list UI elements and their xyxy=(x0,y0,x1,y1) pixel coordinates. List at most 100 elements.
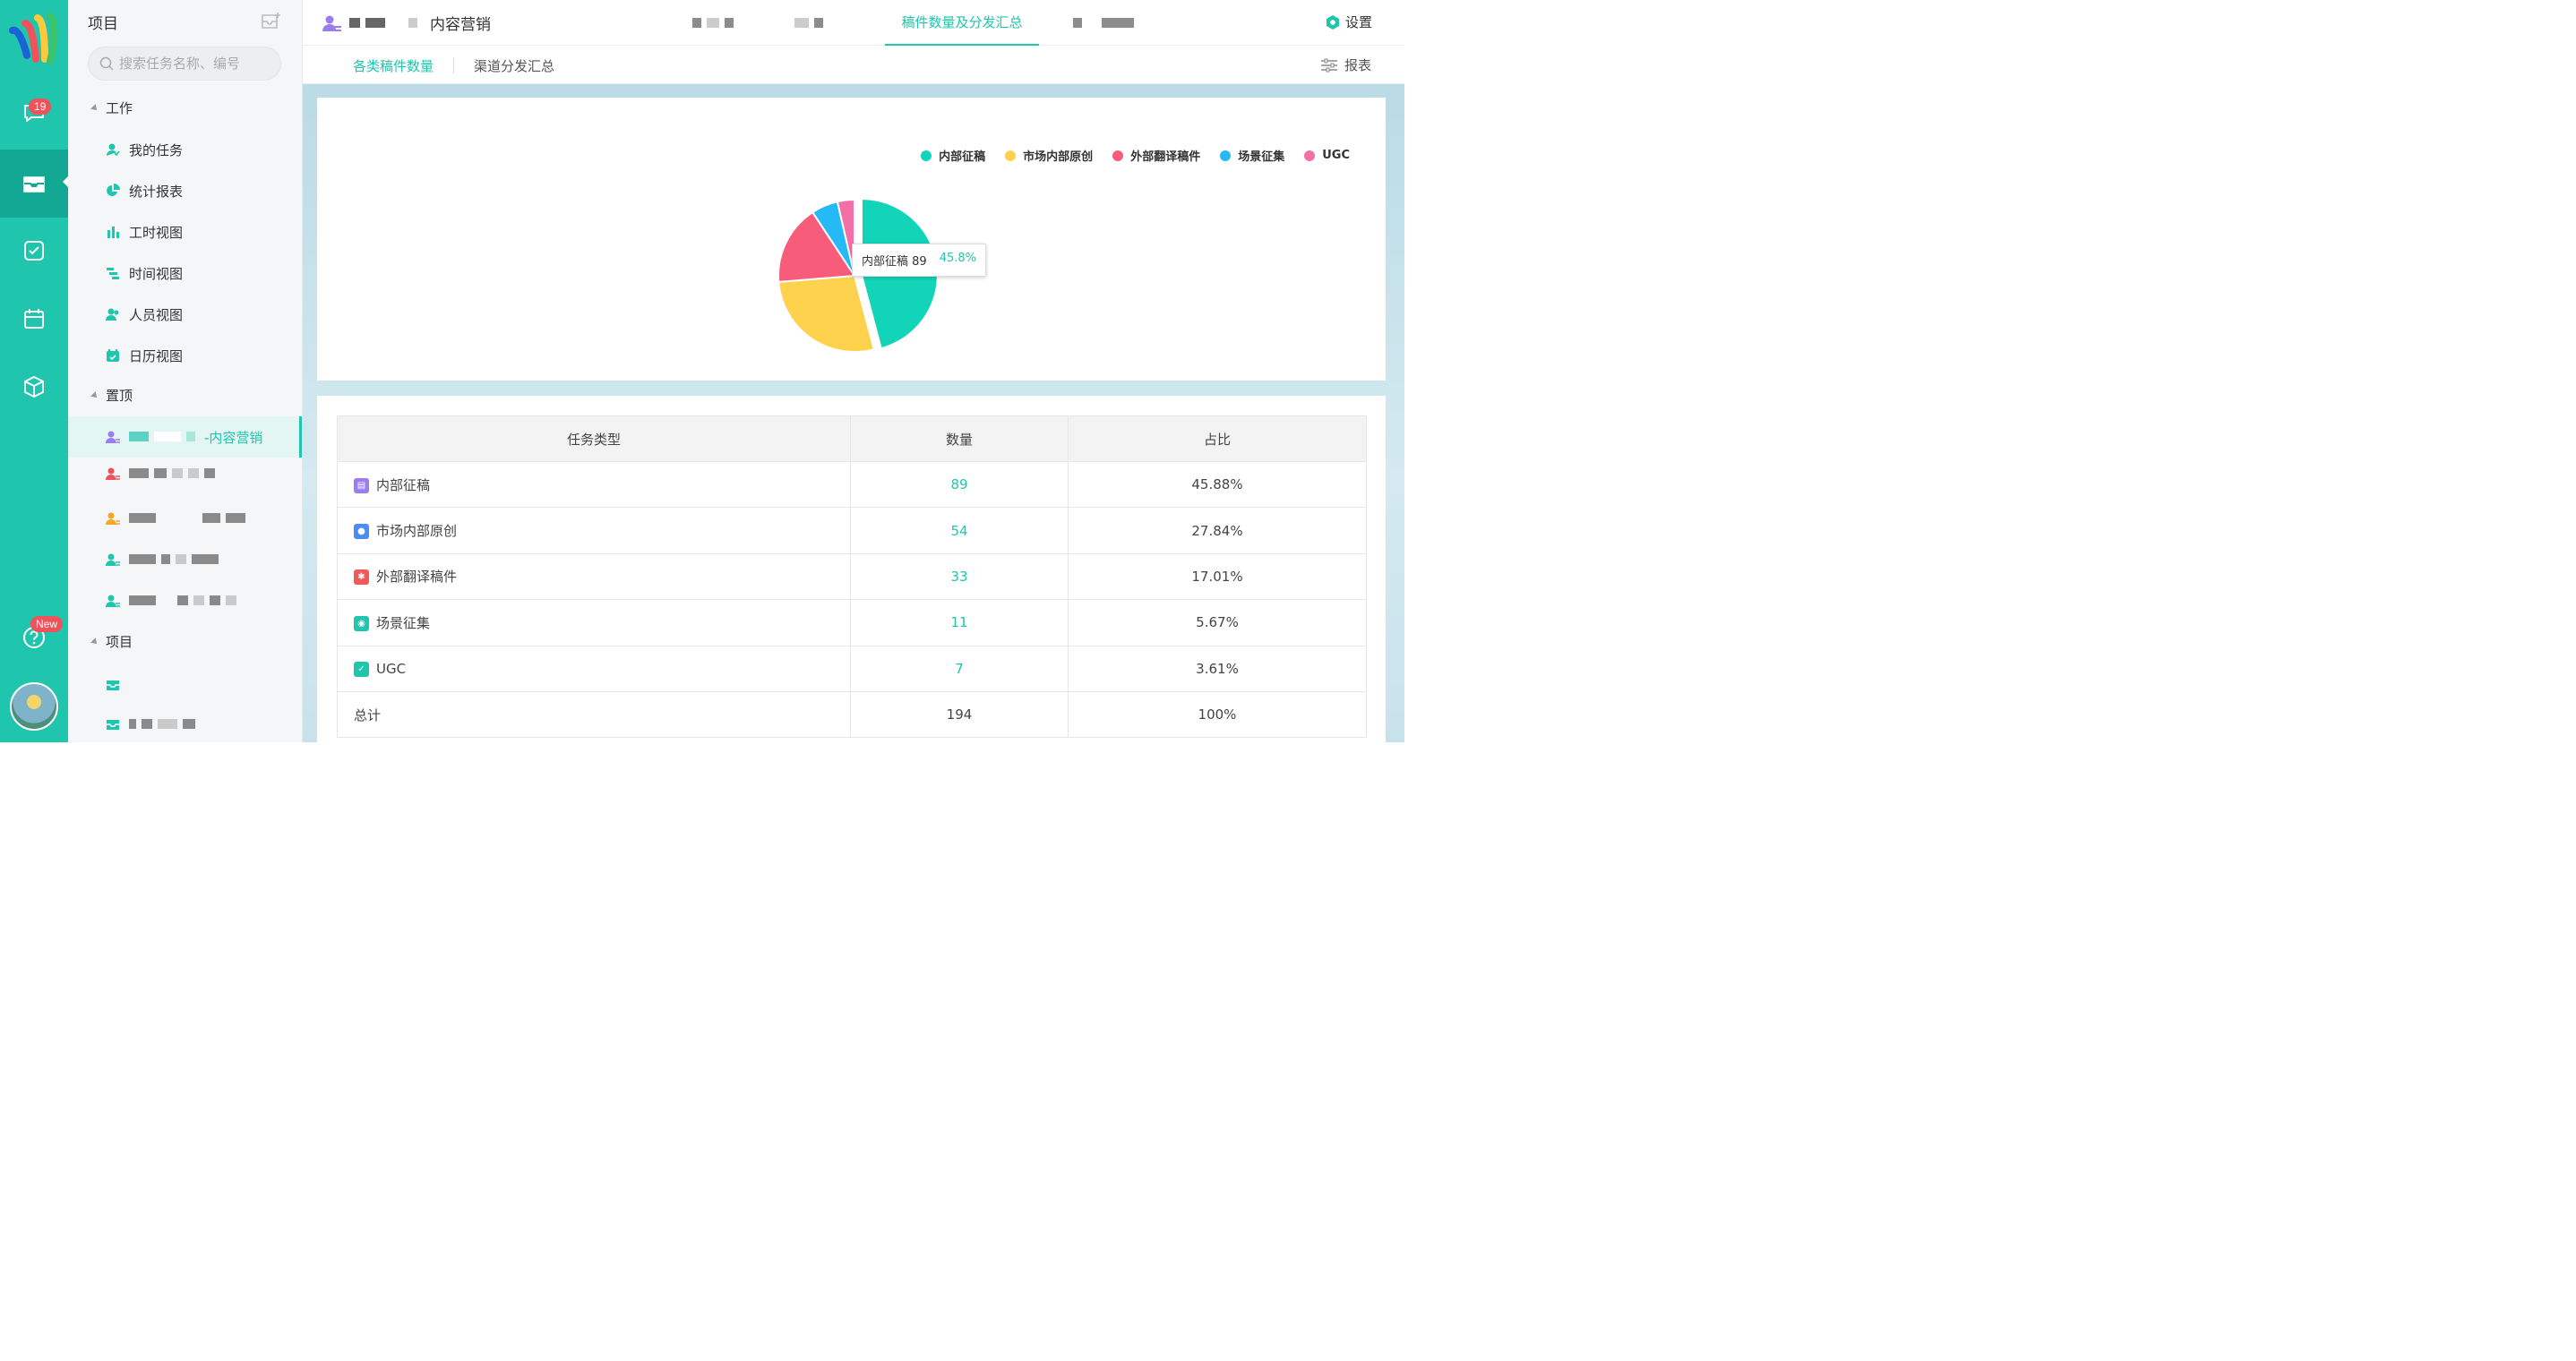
col-header-type: 任务类型 xyxy=(337,415,851,462)
pinned-project-3[interactable] xyxy=(106,508,251,529)
cell-percent: 45.88% xyxy=(1068,460,1367,509)
nav-label: 工时视图 xyxy=(129,224,184,241)
rail-projects[interactable] xyxy=(0,150,68,218)
project-item-1[interactable] xyxy=(106,674,170,696)
nav-people-view[interactable]: 人员视图 xyxy=(106,304,183,325)
main-content: 内部征稿 市场内部原创 外部翻译稿件 场景征集 UGC 内部征稿 89 45.8% 任务… xyxy=(303,84,1404,754)
gantt-icon xyxy=(107,268,119,279)
section-projects-label: 项目 xyxy=(106,634,133,650)
checkbox-icon xyxy=(24,241,44,261)
rail-help[interactable]: New xyxy=(0,603,68,672)
page-title: 内容营销 xyxy=(430,16,491,34)
pinned-project-content-marketing[interactable]: -内容营销 xyxy=(106,426,262,448)
nav-my-tasks[interactable]: 我的任务 xyxy=(106,139,183,160)
pinned-project-5[interactable] xyxy=(106,590,242,612)
cell-type: ● 市场内部原创 xyxy=(337,507,851,554)
section-pinned[interactable]: 置顶 xyxy=(90,386,133,405)
cell-percent: 5.67% xyxy=(1068,599,1367,646)
tab-blurred-1[interactable] xyxy=(692,0,739,46)
cell-percent: 17.01% xyxy=(1068,552,1367,601)
table-card: 任务类型 数量 占比 ▤ 内部征稿 89 45.88% ● 市场内部原创 54 27.84% ✱… xyxy=(317,396,1386,754)
total-percent: 100% xyxy=(1068,690,1367,739)
rail-calendar[interactable] xyxy=(0,285,68,353)
calendar-icon xyxy=(24,309,44,329)
cell-count-link[interactable]: 89 xyxy=(850,460,1069,509)
doc-icon: ▤ xyxy=(354,477,369,493)
sliders-icon xyxy=(1320,58,1337,72)
type-label: 外部翻译稿件 xyxy=(376,569,458,586)
collapse-triangle-icon xyxy=(90,103,99,113)
pinned-project-label: -内容营销 xyxy=(204,429,263,446)
nav-label: 时间视图 xyxy=(129,265,184,282)
type-label: UGC xyxy=(376,660,407,677)
nav-calendar-view[interactable]: 日历视图 xyxy=(106,345,183,366)
pie-slice-2[interactable] xyxy=(777,274,876,353)
tab-blurred-2[interactable] xyxy=(794,0,829,46)
tab-blurred-3[interactable] xyxy=(1073,0,1139,46)
user-avatar[interactable] xyxy=(10,682,58,731)
rail-tasks[interactable] xyxy=(0,217,68,285)
total-label: 总计 xyxy=(337,690,851,739)
nav-label: 人员视图 xyxy=(129,306,184,323)
nav-time-view[interactable]: 时间视图 xyxy=(106,262,183,284)
tooltip-percent: 45.8% xyxy=(939,252,977,265)
cell-percent: 3.61% xyxy=(1068,645,1367,692)
tooltip-label: 内部征稿 89 xyxy=(862,255,927,269)
type-label: 市场内部原创 xyxy=(376,523,458,540)
project-user-icon xyxy=(106,553,120,566)
section-work[interactable]: 工作 xyxy=(90,98,133,117)
table-row[interactable]: ▤ 内部征稿 89 45.88% xyxy=(337,460,1367,509)
subtab-divider xyxy=(453,57,454,73)
tab-manuscript-summary[interactable]: 稿件数量及分发汇总 xyxy=(885,0,1039,46)
pie-chart xyxy=(777,197,939,353)
cell-count-link[interactable]: 11 xyxy=(850,599,1069,646)
search-box[interactable] xyxy=(88,47,281,81)
cube-icon xyxy=(24,376,44,398)
people-icon xyxy=(106,308,119,321)
new-badge: New xyxy=(30,616,64,632)
cell-type: ◉ 场景征集 xyxy=(337,599,851,646)
nav-worktime-view[interactable]: 工时视图 xyxy=(106,221,183,243)
gear-icon xyxy=(1326,14,1339,30)
subtab-manuscript-count[interactable]: 各类稿件数量 xyxy=(353,56,434,75)
sub-header: 各类稿件数量 渠道分发汇总 报表 xyxy=(303,46,1404,84)
apple-icon: ● xyxy=(354,524,369,540)
project-user-icon xyxy=(106,595,120,607)
project-item-2[interactable] xyxy=(106,714,201,735)
cell-count-link[interactable]: 54 xyxy=(850,507,1069,554)
check-icon: ✓ xyxy=(354,661,369,677)
total-count: 194 xyxy=(850,690,1069,739)
settings-button[interactable]: 设置 xyxy=(1326,13,1372,31)
search-icon xyxy=(99,56,114,71)
subtab-channel-summary[interactable]: 渠道分发汇总 xyxy=(474,56,554,75)
rail-messages[interactable]: 19 xyxy=(0,79,68,147)
cell-count-link[interactable]: 7 xyxy=(850,645,1069,692)
pinned-project-2[interactable] xyxy=(106,463,220,484)
nav-stats-report[interactable]: 统计报表 xyxy=(106,180,183,201)
project-inbox-icon xyxy=(107,720,119,730)
table-row[interactable]: ✱ 外部翻译稿件 33 17.01% xyxy=(337,552,1367,601)
cell-count-link[interactable]: 33 xyxy=(850,552,1069,601)
report-button[interactable]: 报表 xyxy=(1320,56,1371,74)
report-label: 报表 xyxy=(1344,57,1371,73)
calendar-check-icon xyxy=(107,349,119,362)
col-header-percent: 占比 xyxy=(1068,415,1367,462)
project-user-icon xyxy=(322,15,341,31)
summary-table: 任务类型 数量 占比 ▤ 内部征稿 89 45.88% ● 市场内部原创 54 27.84% ✱… xyxy=(337,415,1367,739)
rail-apps[interactable] xyxy=(0,353,68,421)
section-projects[interactable]: 项目 xyxy=(90,632,133,651)
inbox-icon xyxy=(23,176,45,193)
app-logo[interactable] xyxy=(9,11,59,64)
project-title-area[interactable]: 内容营销 xyxy=(322,12,491,34)
nav-label: 统计报表 xyxy=(129,183,184,200)
cell-type: ✓ UGC xyxy=(337,645,851,692)
table-row[interactable]: ● 市场内部原创 54 27.84% xyxy=(337,507,1367,554)
table-row[interactable]: ◉ 场景征集 11 5.67% xyxy=(337,599,1367,646)
search-input[interactable] xyxy=(119,56,280,72)
inbox-add-icon[interactable] xyxy=(261,11,282,30)
collapse-triangle-icon xyxy=(90,637,99,646)
project-user-icon xyxy=(106,512,120,525)
pinned-project-4[interactable] xyxy=(106,549,224,570)
project-inbox-icon xyxy=(107,680,119,690)
table-row[interactable]: ✓ UGC 7 3.61% xyxy=(337,645,1367,692)
